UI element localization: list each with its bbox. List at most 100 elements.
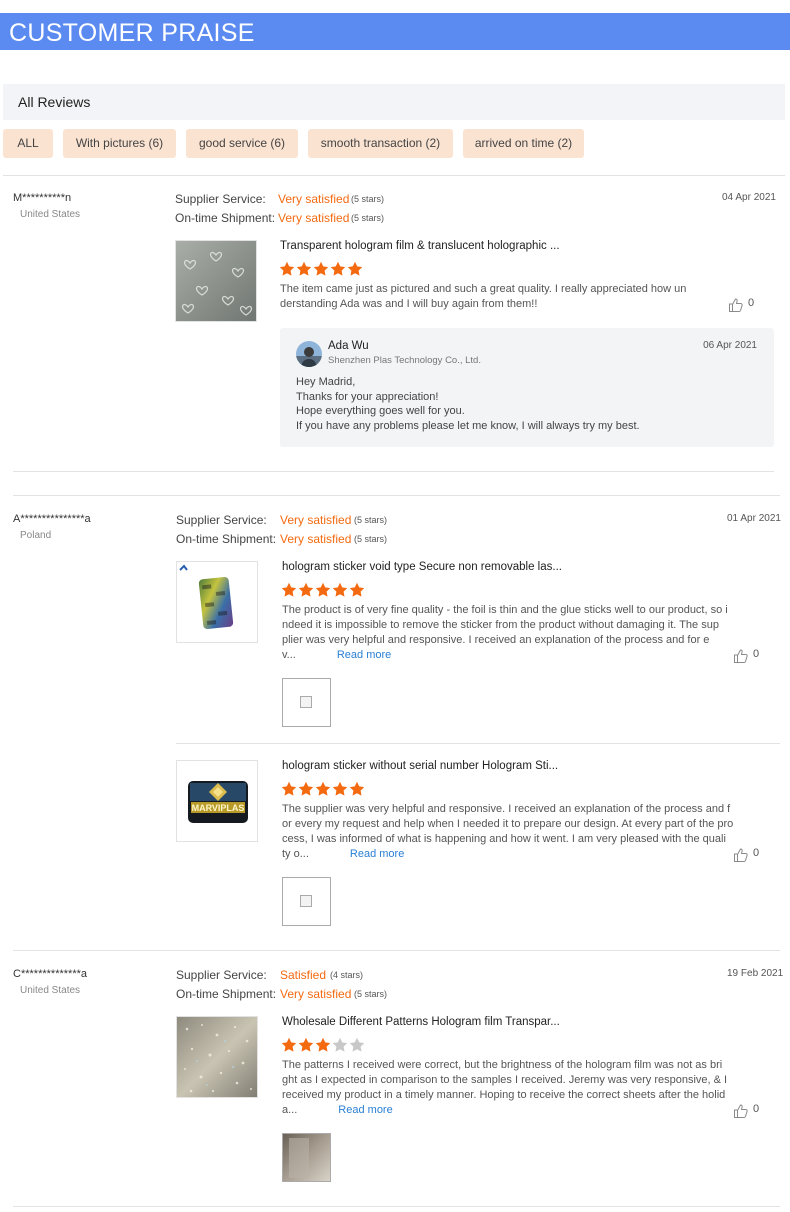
supplier-service-rating: Very satisfied — [280, 513, 352, 527]
reply-line: Thanks for your appreciation! — [296, 391, 439, 403]
avatar — [296, 341, 322, 367]
product-thumbnail[interactable] — [175, 240, 257, 322]
rating-stars — [281, 582, 366, 598]
like-button[interactable]: 0 — [733, 847, 765, 863]
thumbs-up-icon — [729, 298, 743, 312]
broken-image-icon — [300, 895, 312, 907]
ontime-shipment-stars: (5 stars) — [354, 989, 388, 999]
thumbs-up-icon — [734, 1104, 748, 1118]
thumbs-up-icon — [734, 848, 748, 862]
star-filled-icon — [298, 1037, 314, 1052]
review-text: The item came just as pictured and such … — [280, 283, 687, 310]
product-title[interactable]: Transparent hologram film & translucent … — [280, 240, 560, 252]
thumbs-up-icon — [734, 649, 748, 663]
star-filled-icon — [332, 781, 348, 796]
ontime-shipment-stars: (5 stars) — [351, 213, 385, 223]
like-count: 0 — [748, 297, 755, 309]
all-reviews-header: All Reviews — [3, 84, 785, 120]
product-thumbnail[interactable] — [176, 561, 258, 643]
review-text: The supplier was very helpful and respon… — [282, 803, 734, 860]
reply-author-name: Ada Wu — [328, 340, 369, 352]
reply-line: If you have any problems please let me k… — [296, 420, 640, 432]
star-empty-icon — [349, 1037, 365, 1052]
star-filled-icon — [281, 582, 297, 597]
reviewer-country: United States — [20, 985, 81, 996]
star-filled-icon — [279, 261, 295, 276]
review-date: 19 Feb 2021 — [727, 968, 784, 979]
review-date: 04 Apr 2021 — [722, 192, 776, 203]
supplier-service-label: Supplier Service: — [176, 513, 267, 527]
broken-image-icon — [300, 696, 312, 708]
supplier-service-label: Supplier Service: — [176, 968, 267, 982]
seller-avatar-image — [296, 341, 322, 367]
like-count: 0 — [753, 847, 760, 859]
star-filled-icon — [281, 781, 297, 796]
divider — [176, 743, 780, 744]
supplier-service-stars: (4 stars) — [330, 970, 364, 980]
star-filled-icon — [315, 781, 331, 796]
review-date: 01 Apr 2021 — [727, 513, 781, 524]
reply-line: Hey Madrid, — [296, 376, 356, 388]
ontime-shipment-label: On-time Shipment: — [175, 211, 276, 225]
read-more-link[interactable]: Read more — [350, 848, 404, 860]
like-count: 0 — [753, 1103, 760, 1115]
reviewer-name: A***************a — [13, 513, 91, 525]
star-filled-icon — [315, 582, 331, 597]
like-button[interactable]: 0 — [728, 297, 760, 313]
ontime-shipment-label: On-time Shipment: — [176, 987, 277, 1001]
rating-stars — [281, 781, 366, 797]
like-button[interactable]: 0 — [733, 648, 765, 664]
star-filled-icon — [349, 781, 365, 796]
star-filled-icon — [349, 582, 365, 597]
divider — [13, 471, 774, 472]
star-filled-icon — [313, 261, 329, 276]
filter-arrived-on-time[interactable]: arrived on time (2) — [463, 129, 584, 158]
divider — [3, 175, 785, 176]
supplier-service-rating: Very satisfied — [278, 192, 350, 206]
like-button[interactable]: 0 — [733, 1103, 765, 1119]
supplier-service-rating: Satisfied — [280, 968, 327, 982]
banner-title: CUSTOMER PRAISE — [9, 19, 255, 47]
star-filled-icon — [347, 261, 363, 276]
divider — [13, 1206, 780, 1207]
product-thumbnail[interactable]: MARVIPLAS — [176, 760, 258, 842]
supplier-service-label: Supplier Service: — [175, 192, 266, 206]
all-reviews-label: All Reviews — [18, 94, 91, 110]
reviewer-name: C**************a — [13, 968, 87, 980]
star-empty-icon — [332, 1037, 348, 1052]
product-title[interactable]: Wholesale Different Patterns Hologram fi… — [282, 1016, 560, 1028]
filter-all[interactable]: ALL — [3, 129, 53, 158]
filter-smooth-transaction[interactable]: smooth transaction (2) — [308, 129, 453, 158]
rating-stars — [281, 1037, 366, 1053]
sparkle-hologram-film-image — [177, 1017, 257, 1097]
review-image[interactable] — [282, 678, 331, 727]
review-text: The patterns I received were correct, bu… — [282, 1059, 728, 1116]
review-image[interactable] — [282, 877, 331, 926]
star-filled-icon — [281, 1037, 297, 1052]
review-image[interactable] — [282, 1133, 331, 1182]
reviewer-name: M**********n — [13, 192, 72, 204]
marviplas-logo-text: MARVIPLAS — [192, 803, 245, 813]
ontime-shipment-stars: (5 stars) — [354, 534, 388, 544]
read-more-link[interactable]: Read more — [337, 649, 391, 661]
rating-stars — [279, 261, 364, 277]
product-title[interactable]: hologram sticker without serial number H… — [282, 760, 558, 772]
filter-with-pictures[interactable]: With pictures (6) — [63, 129, 176, 158]
banner: CUSTOMER PRAISE — [0, 13, 790, 50]
divider — [13, 950, 780, 951]
reply-line: Hope everything goes well for you. — [296, 405, 465, 417]
product-title[interactable]: hologram sticker void type Secure non re… — [282, 561, 562, 573]
star-filled-icon — [298, 781, 314, 796]
filter-good-service[interactable]: good service (6) — [186, 129, 298, 158]
star-filled-icon — [330, 261, 346, 276]
supplier-service-stars: (5 stars) — [354, 515, 388, 525]
read-more-link[interactable]: Read more — [338, 1104, 392, 1116]
reviewer-country: Poland — [20, 530, 52, 541]
product-thumbnail[interactable] — [176, 1016, 258, 1098]
star-filled-icon — [298, 582, 314, 597]
star-filled-icon — [332, 582, 348, 597]
ontime-shipment-label: On-time Shipment: — [176, 532, 277, 546]
supplier-service-stars: (5 stars) — [351, 194, 385, 204]
ontime-shipment-rating: Very satisfied — [280, 987, 352, 1001]
reply-company: Shenzhen Plas Technology Co., Ltd. — [328, 355, 481, 366]
